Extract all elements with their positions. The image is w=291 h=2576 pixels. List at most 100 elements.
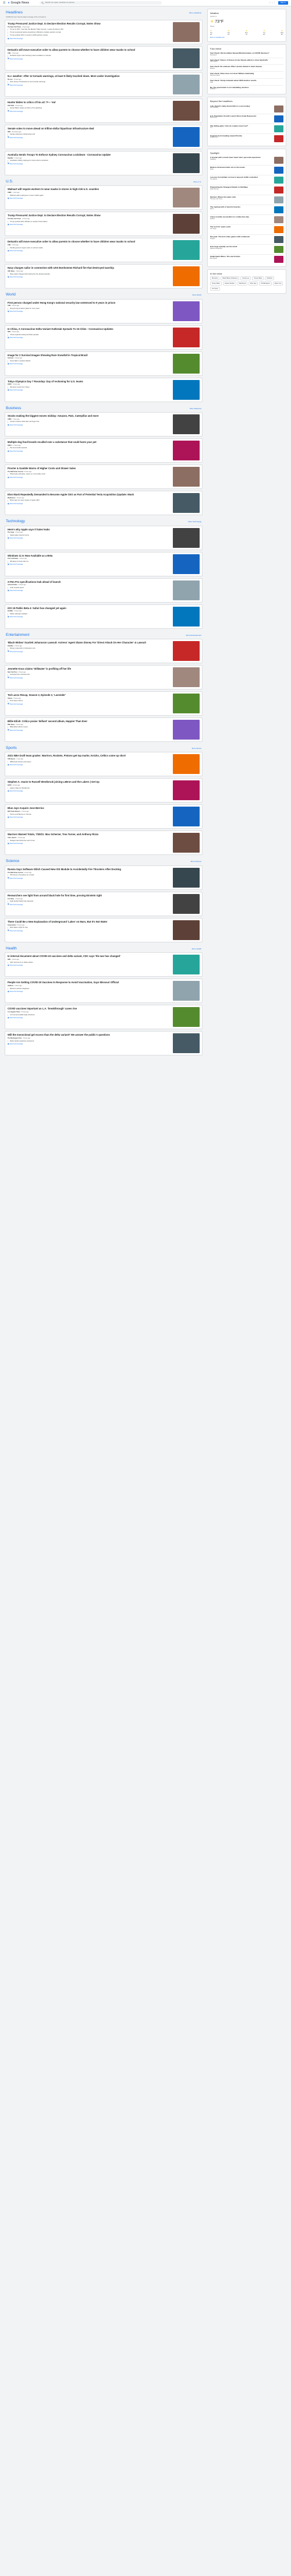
related-headline[interactable]: Hong Kong protester jailed for nine year… xyxy=(10,307,171,310)
related-headline[interactable]: Delta variant questions answered xyxy=(10,1040,171,1043)
beyond-item[interactable]: Lulu Jasmin's baby dream falls to a sea … xyxy=(210,104,283,114)
story-source[interactable]: CBS Sports xyxy=(8,758,15,760)
section-note[interactable]: COVID-19 news: See the latest coverage o… xyxy=(5,16,203,19)
full-coverage-link[interactable]: ▦ View Full Coverage xyxy=(8,877,171,879)
story-thumbnail[interactable] xyxy=(173,100,200,121)
news-topic-chip[interactable]: Ryder Cup xyxy=(272,281,283,286)
story-thumbnail[interactable] xyxy=(173,527,200,548)
section-more-link[interactable]: More Technology xyxy=(188,520,201,523)
related-headline[interactable]: ISS thrown off position by module xyxy=(10,874,171,877)
related-headline[interactable]: CDC document on Delta variant xyxy=(10,961,171,964)
story-source[interactable]: Android Police xyxy=(8,584,17,586)
story-headline[interactable]: Will the monoclonal gel excess than the … xyxy=(8,1033,171,1036)
related-headline[interactable]: LA County breakthrough infections xyxy=(10,1013,171,1016)
story-headline[interactable]: iOS 15 Public Beta 4: Safari has changed… xyxy=(8,607,171,610)
story-thumbnail[interactable] xyxy=(173,414,200,435)
search-input[interactable]: 🔍︎ Search for topics, locations & source… xyxy=(40,1,162,5)
spotlight-item[interactable]: The rush for space seats The Verge xyxy=(210,225,283,235)
story-headline[interactable]: Blue Jays Acquire Jose Berrios xyxy=(8,807,171,810)
spotlight-item[interactable]: A woman with a much lower heart rate's p… xyxy=(210,156,283,166)
full-coverage-link[interactable]: ▦ View Full Coverage xyxy=(8,502,171,505)
story-source[interactable]: Deadline xyxy=(8,645,13,647)
spotlight-item[interactable]: How dogs actually see the world National … xyxy=(210,245,283,255)
section-title[interactable]: U.S. xyxy=(6,180,13,184)
related-headline[interactable]: Twins send Berrios to Toronto xyxy=(10,813,171,816)
side-item-thumbnail[interactable] xyxy=(274,115,283,122)
full-coverage-link[interactable]: ▦ View Full Coverage xyxy=(8,964,171,967)
news-topic-chip[interactable]: Westbrook xyxy=(237,281,248,286)
story-source[interactable]: ESPN xyxy=(8,784,12,786)
fact_check-item[interactable]: Fact check: Video does not show Taliban … xyxy=(210,72,283,79)
news-topic-chip[interactable]: Blue Jays xyxy=(249,281,258,286)
section-title[interactable]: Science xyxy=(6,859,19,864)
spotlight-item[interactable]: Opinion: Where the water ends The New Yor… xyxy=(210,195,283,205)
story-source[interactable]: KIRO 7 xyxy=(8,445,12,446)
related-headline[interactable]: Windows 11 beta rolls out xyxy=(10,560,171,563)
story-thumbnail[interactable] xyxy=(173,327,200,347)
story-headline[interactable]: People Are Getting COVID-19 Vaccines In … xyxy=(8,981,171,984)
story-thumbnail[interactable] xyxy=(173,1033,200,1054)
news-topic-chip[interactable]: Hunter Biden xyxy=(210,281,222,286)
story-thumbnail[interactable] xyxy=(173,833,200,853)
story-headline[interactable]: X-Pen Pro specifications leak ahead of l… xyxy=(8,580,171,583)
story-source[interactable]: CNBC xyxy=(8,418,12,420)
section-more-link[interactable]: More Entertainment xyxy=(186,634,201,637)
fact_check-item[interactable]: Fact Check: Did Joe Biden Spread Misinfo… xyxy=(210,51,283,58)
fact_check-item[interactable]: Fact check: No evidence Pfizer vaccine l… xyxy=(210,65,283,72)
story-source[interactable]: Vulture xyxy=(8,698,12,699)
related-headline[interactable]: Leak reveals specs xyxy=(10,586,171,589)
side-item-thumbnail[interactable] xyxy=(274,156,283,164)
story-thumbnail[interactable] xyxy=(173,22,200,42)
story-source[interactable]: CNN xyxy=(8,305,10,307)
story-headline[interactable]: Tokyo Olympics Day 7 Roundup: Day of rec… xyxy=(8,380,171,383)
story-source[interactable]: MacRumors xyxy=(8,497,16,499)
beyond-item[interactable]: Tropical storm heading toward Florida Wea… xyxy=(210,134,283,143)
story-headline[interactable]: In internal document about COVID-19 vacc… xyxy=(8,955,171,958)
related-headline[interactable]: Olympics recap from Tokyo xyxy=(10,386,171,389)
section-more-link[interactable]: More U.S. xyxy=(193,181,201,184)
full-coverage-link[interactable]: ▦ View Full Coverage xyxy=(8,1016,171,1019)
spotlight-item[interactable]: Lessons from Britain on how to keep air … xyxy=(210,175,283,185)
story-thumbnail[interactable] xyxy=(173,554,200,574)
story-source[interactable]: Los Angeles Times xyxy=(8,1011,20,1013)
full-coverage-link[interactable]: ▦ View Full Coverage xyxy=(8,1043,171,1046)
weather-more-link[interactable]: More on weather.com xyxy=(210,37,283,38)
story-thumbnail[interactable] xyxy=(173,606,200,627)
section-title[interactable]: Technology xyxy=(6,519,25,524)
spotlight-item[interactable]: Pinpointing the Strangest Details in Old… xyxy=(210,185,283,195)
main-menu-icon[interactable]: ☰ xyxy=(3,1,5,5)
full-coverage-link[interactable]: ▦ View Full Coverage xyxy=(8,537,171,540)
related-headline[interactable]: Senate advances infrastructure bill xyxy=(10,133,171,136)
related-headline[interactable]: Dodgers land Scherzer and Turner xyxy=(10,839,171,842)
story-thumbnail[interactable] xyxy=(173,153,200,173)
story-source[interactable]: MLB Trade Rumors xyxy=(8,811,20,812)
story-thumbnail[interactable] xyxy=(173,301,200,321)
side-item-thumbnail[interactable] xyxy=(274,226,283,233)
story-thumbnail[interactable] xyxy=(173,188,200,208)
spotlight-item[interactable]: The rapid growth of electric bicycles Wir… xyxy=(210,205,283,215)
story-headline[interactable]: COVID vaccines important as L.A. 'breakt… xyxy=(8,1007,171,1010)
story-source[interactable]: POLITICO xyxy=(8,105,14,107)
story-source[interactable]: Yahoo Sports xyxy=(8,837,16,839)
related-headline[interactable]: NBA Draft winners and losers xyxy=(10,761,171,763)
section-title[interactable]: Business xyxy=(6,406,21,411)
news-topic-chip[interactable]: Sunisa Lee xyxy=(240,276,251,281)
related-headline[interactable]: Hunter Biden snaps at critics of his pai… xyxy=(10,107,171,110)
full-coverage-link[interactable]: ▦ View Full Coverage xyxy=(8,223,171,226)
section-more-link[interactable]: More World xyxy=(193,294,201,297)
story-headline[interactable]: Here's why Apple says it hates leaks xyxy=(8,528,171,531)
full-coverage-link[interactable]: ▦ View Full Coverage xyxy=(8,37,171,40)
story-thumbnail[interactable] xyxy=(173,920,200,940)
story-thumbnail[interactable] xyxy=(173,214,200,234)
spotlight-item[interactable]: Pen pals: The best video games with note… xyxy=(210,235,283,245)
story-headline[interactable]: Ted Lasso Recap, Season 2, Episode 2, 'L… xyxy=(8,694,171,696)
related-headline[interactable]: Light behind black hole detected xyxy=(10,900,171,903)
full-coverage-link[interactable]: ▦ View Full Coverage xyxy=(8,424,171,427)
full-coverage-link[interactable]: ▦ View Full Coverage xyxy=(8,389,171,392)
full-coverage-link[interactable]: ▦ View Full Coverage xyxy=(8,310,171,313)
spotlight-item[interactable]: Small-batch Wines: The new frontier Bon A… xyxy=(210,255,283,264)
story-source[interactable]: BBC News xyxy=(8,724,15,726)
full-coverage-link[interactable]: ▦ View Full Coverage xyxy=(8,816,171,819)
side-item-thumbnail[interactable] xyxy=(274,245,283,253)
story-thumbnail[interactable] xyxy=(173,893,200,914)
